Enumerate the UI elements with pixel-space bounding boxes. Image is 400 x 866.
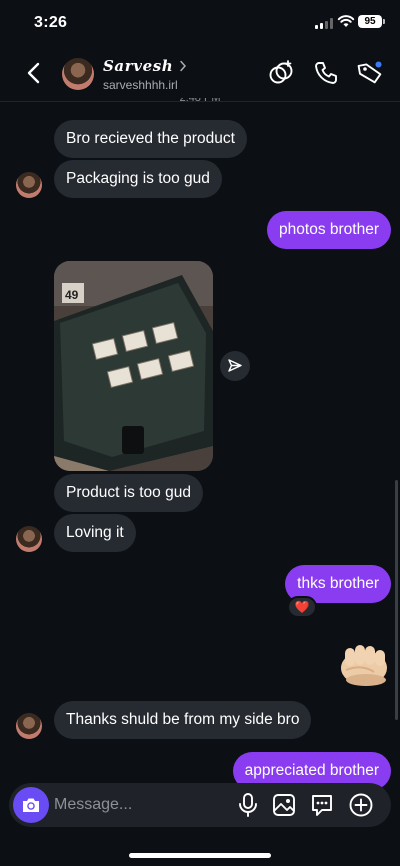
wifi-icon (337, 15, 355, 27)
add-icon[interactable] (348, 792, 374, 818)
svg-text:49: 49 (65, 288, 79, 302)
contact-name-row[interactable]: Sarvesh (103, 57, 187, 75)
sticker-icon[interactable] (309, 792, 335, 818)
message-input[interactable]: Message... (54, 796, 132, 814)
back-icon[interactable] (22, 60, 48, 86)
tag-icon[interactable] (357, 60, 383, 86)
message-bubble[interactable]: Product is too gud (54, 474, 203, 512)
home-indicator[interactable] (129, 853, 271, 858)
sender-avatar[interactable] (16, 172, 42, 198)
effects-icon[interactable] (268, 60, 294, 86)
gallery-icon[interactable] (271, 792, 297, 818)
fist-bump-sticker[interactable] (338, 640, 390, 688)
send-icon (228, 359, 242, 372)
photo-image: 49 (54, 261, 213, 471)
message-bubble[interactable]: Loving it (54, 514, 136, 552)
microphone-icon[interactable] (235, 792, 261, 818)
message-bubble[interactable]: Packaging is too gud (54, 160, 222, 198)
contact-username[interactable]: sarveshhhh.irl (103, 78, 178, 92)
sender-avatar[interactable] (16, 526, 42, 552)
camera-icon (23, 798, 39, 812)
contact-name[interactable]: Sarvesh (103, 57, 173, 75)
message-bubble[interactable]: Thanks shuld be from my side bro (54, 701, 312, 739)
message-timestamp: 2:48 PM (179, 98, 221, 104)
share-button[interactable] (220, 351, 250, 381)
battery-icon: 95 (358, 15, 385, 28)
heart-reaction[interactable]: ❤️ (287, 596, 317, 618)
status-time: 3:26 (34, 14, 68, 31)
scrollbar[interactable] (395, 480, 398, 720)
camera-button[interactable] (13, 787, 49, 823)
phone-icon[interactable] (313, 60, 339, 86)
status-bar: 3:26 95 (0, 0, 400, 46)
header-avatar[interactable] (62, 58, 94, 90)
message-bubble[interactable]: Bro recieved the product (54, 120, 247, 158)
chevron-right-icon (180, 60, 187, 72)
photo-message[interactable]: 49 (54, 261, 213, 471)
signal-icon (315, 18, 333, 29)
chat-header: Sarvesh sarveshhhh.irl (0, 46, 400, 102)
message-bubble[interactable]: photos brother (267, 211, 391, 249)
sender-avatar[interactable] (16, 713, 42, 739)
message-composer: Message... (9, 783, 391, 827)
